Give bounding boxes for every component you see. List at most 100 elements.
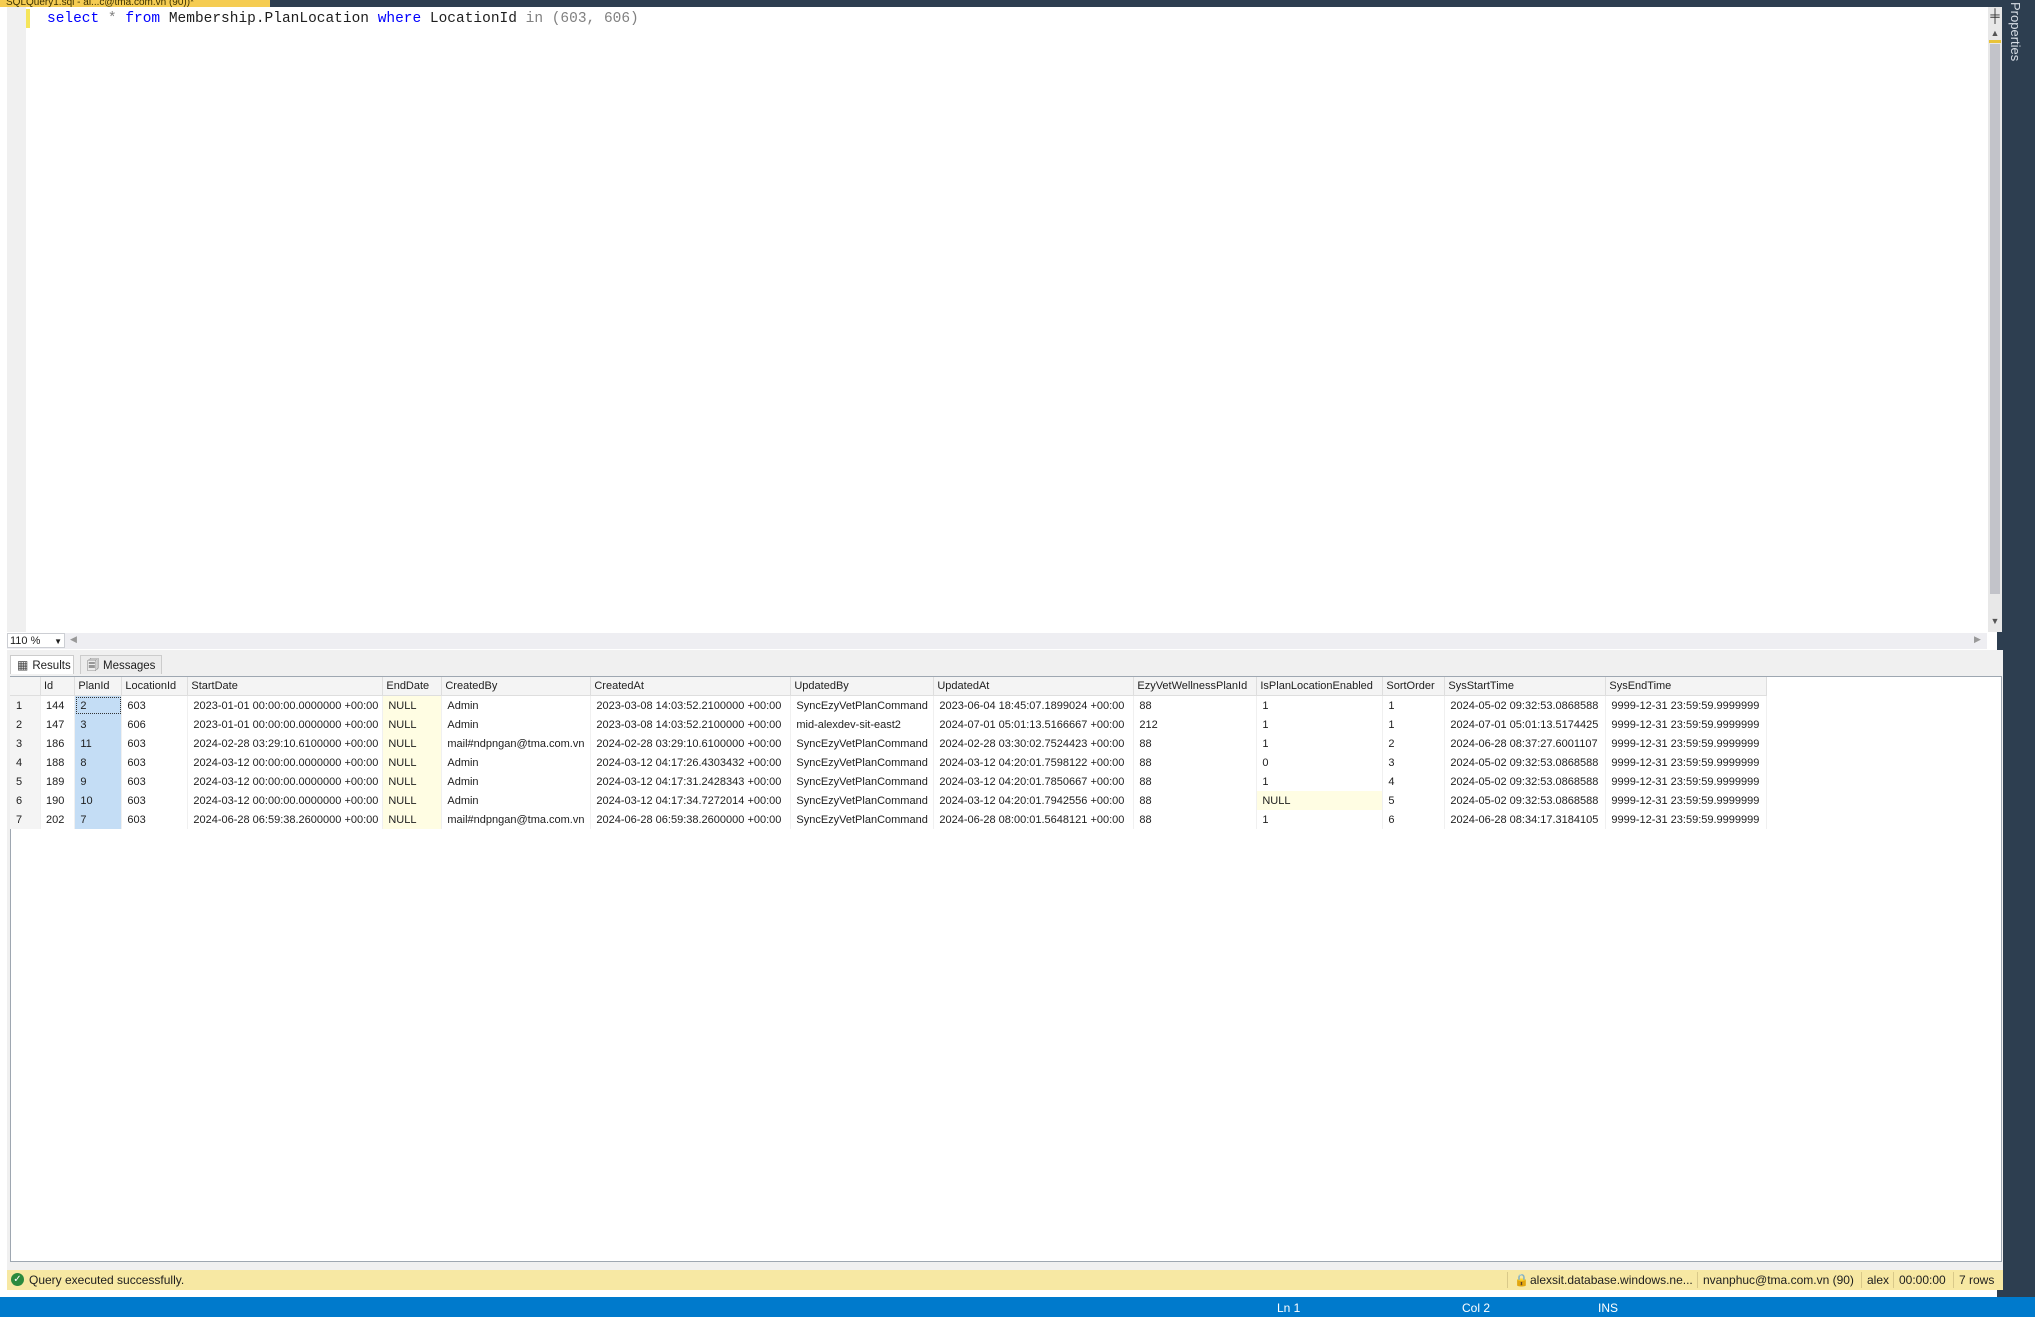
cell-id[interactable]: 188 xyxy=(40,753,76,772)
row-number[interactable]: 1 xyxy=(10,695,41,715)
query-editor[interactable] xyxy=(7,7,1987,632)
cell-updatedat[interactable]: 2024-02-28 03:30:02.7524423 +00:00 xyxy=(933,734,1135,753)
table-row[interactable]: 3 186 11 603 2024-02-28 03:29:10.6100000… xyxy=(10,734,1768,753)
col-header-sortorder[interactable]: SortOrder xyxy=(1382,677,1446,696)
cell-createdat[interactable]: 2024-06-28 06:59:38.2600000 +00:00 xyxy=(590,810,792,829)
cell-isplanlocationenabled[interactable]: NULL xyxy=(1256,791,1384,810)
cell-updatedat[interactable]: 2024-07-01 05:01:13.5166667 +00:00 xyxy=(933,715,1135,734)
row-number[interactable]: 4 xyxy=(10,753,41,772)
cell-sysstarttime[interactable]: 2024-07-01 05:01:13.5174425 xyxy=(1444,715,1607,734)
cell-planid[interactable]: 8 xyxy=(74,753,123,772)
cell-sysendtime[interactable]: 9999-12-31 23:59:59.9999999 xyxy=(1605,715,1768,734)
table-row[interactable]: 5 189 9 603 2024-03-12 00:00:00.0000000 … xyxy=(10,772,1768,791)
cell-sysstarttime[interactable]: 2024-05-02 09:32:53.0868588 xyxy=(1444,695,1607,715)
cell-sortorder[interactable]: 1 xyxy=(1382,695,1446,715)
cell-ezyvetwellnessplanid[interactable]: 88 xyxy=(1133,772,1258,791)
cell-createdby[interactable]: Admin xyxy=(441,791,592,810)
cell-updatedat[interactable]: 2024-03-12 04:20:01.7942556 +00:00 xyxy=(933,791,1135,810)
row-number[interactable]: 7 xyxy=(10,810,41,829)
cell-createdby[interactable]: Admin xyxy=(441,695,592,715)
cell-updatedat[interactable]: 2024-06-28 08:00:01.5648121 +00:00 xyxy=(933,810,1135,829)
scroll-up-icon[interactable]: ▲ xyxy=(1988,28,2002,40)
col-header-createdby[interactable]: CreatedBy xyxy=(441,677,592,696)
cell-createdat[interactable]: 2023-03-08 14:03:52.2100000 +00:00 xyxy=(590,695,792,715)
cell-ezyvetwellnessplanid[interactable]: 88 xyxy=(1133,791,1258,810)
editor-horizontal-scrollbar[interactable] xyxy=(7,633,1987,649)
row-number[interactable]: 2 xyxy=(10,715,41,734)
cell-startdate[interactable]: 2024-03-12 00:00:00.0000000 +00:00 xyxy=(187,791,384,810)
cell-enddate[interactable]: NULL xyxy=(382,772,443,791)
cell-sysstarttime[interactable]: 2024-05-02 09:32:53.0868588 xyxy=(1444,791,1607,810)
table-row[interactable]: 7 202 7 603 2024-06-28 06:59:38.2600000 … xyxy=(10,810,1768,829)
cell-planid[interactable]: 11 xyxy=(74,734,123,753)
cell-updatedby[interactable]: SyncEzyVetPlanCommand xyxy=(790,734,935,753)
cell-enddate[interactable]: NULL xyxy=(382,695,443,715)
cell-locationid[interactable]: 603 xyxy=(121,791,189,810)
cell-ezyvetwellnessplanid[interactable]: 88 xyxy=(1133,695,1258,715)
col-header-updatedby[interactable]: UpdatedBy xyxy=(790,677,935,696)
cell-updatedby[interactable]: SyncEzyVetPlanCommand xyxy=(790,810,935,829)
cell-createdby[interactable]: Admin xyxy=(441,772,592,791)
cell-createdby[interactable]: Admin xyxy=(441,753,592,772)
cell-isplanlocationenabled[interactable]: 1 xyxy=(1256,772,1384,791)
cell-updatedat[interactable]: 2024-03-12 04:20:01.7598122 +00:00 xyxy=(933,753,1135,772)
cell-isplanlocationenabled[interactable]: 1 xyxy=(1256,715,1384,734)
cell-id[interactable]: 190 xyxy=(40,791,76,810)
split-editor-icon[interactable]: ╪ xyxy=(1988,8,2002,24)
cell-createdby[interactable]: Admin xyxy=(441,715,592,734)
cell-locationid[interactable]: 603 xyxy=(121,695,189,715)
cell-createdat[interactable]: 2024-03-12 04:17:26.4303432 +00:00 xyxy=(590,753,792,772)
col-header-isplanlocationenabled[interactable]: IsPlanLocationEnabled xyxy=(1256,677,1384,696)
cell-enddate[interactable]: NULL xyxy=(382,734,443,753)
cell-startdate[interactable]: 2023-01-01 00:00:00.0000000 +00:00 xyxy=(187,715,384,734)
cell-sysendtime[interactable]: 9999-12-31 23:59:59.9999999 xyxy=(1605,695,1768,715)
cell-locationid[interactable]: 606 xyxy=(121,715,189,734)
cell-startdate[interactable]: 2024-03-12 00:00:00.0000000 +00:00 xyxy=(187,772,384,791)
table-row[interactable]: 6 190 10 603 2024-03-12 00:00:00.0000000… xyxy=(10,791,1768,810)
cell-sortorder[interactable]: 5 xyxy=(1382,791,1446,810)
scroll-right-icon[interactable]: ▶ xyxy=(1974,634,1981,645)
cell-isplanlocationenabled[interactable]: 1 xyxy=(1256,734,1384,753)
query-line-1[interactable]: select * from Membership.PlanLocation wh… xyxy=(47,10,639,28)
cursor-col[interactable]: Col 2 xyxy=(1462,1301,1490,1315)
cell-updatedby[interactable]: SyncEzyVetPlanCommand xyxy=(790,791,935,810)
row-number[interactable]: 5 xyxy=(10,772,41,791)
cell-id[interactable]: 202 xyxy=(40,810,76,829)
cell-planid[interactable]: 2 xyxy=(74,695,123,715)
cell-planid[interactable]: 7 xyxy=(74,810,123,829)
cell-locationid[interactable]: 603 xyxy=(121,810,189,829)
cell-sysstarttime[interactable]: 2024-05-02 09:32:53.0868588 xyxy=(1444,772,1607,791)
cell-updatedby[interactable]: mid-alexdev-sit-east2 xyxy=(790,715,935,734)
cell-sortorder[interactable]: 4 xyxy=(1382,772,1446,791)
col-header-rownum[interactable] xyxy=(10,677,41,696)
cell-planid[interactable]: 3 xyxy=(74,715,123,734)
col-header-startdate[interactable]: StartDate xyxy=(187,677,384,696)
col-header-locationid[interactable]: LocationId xyxy=(121,677,189,696)
col-header-ezyvetwellnessplanid[interactable]: EzyVetWellnessPlanId xyxy=(1133,677,1258,696)
col-header-id[interactable]: Id xyxy=(40,677,76,696)
table-row[interactable]: 4 188 8 603 2024-03-12 00:00:00.0000000 … xyxy=(10,753,1768,772)
cell-id[interactable]: 144 xyxy=(40,695,76,715)
editor-scroll-thumb[interactable] xyxy=(1990,44,2000,594)
cell-updatedat[interactable]: 2023-06-04 18:45:07.1899024 +00:00 xyxy=(933,695,1135,715)
cell-sysendtime[interactable]: 9999-12-31 23:59:59.9999999 xyxy=(1605,810,1768,829)
cell-updatedat[interactable]: 2024-03-12 04:20:01.7850667 +00:00 xyxy=(933,772,1135,791)
cell-ezyvetwellnessplanid[interactable]: 88 xyxy=(1133,753,1258,772)
cell-createdat[interactable]: 2024-03-12 04:17:34.7272014 +00:00 xyxy=(590,791,792,810)
cell-id[interactable]: 186 xyxy=(40,734,76,753)
cell-createdby[interactable]: mail#ndpngan@tma.com.vn xyxy=(441,810,592,829)
cell-planid[interactable]: 9 xyxy=(74,772,123,791)
cell-createdat[interactable]: 2024-02-28 03:29:10.6100000 +00:00 xyxy=(590,734,792,753)
cell-locationid[interactable]: 603 xyxy=(121,753,189,772)
cell-sortorder[interactable]: 1 xyxy=(1382,715,1446,734)
col-header-sysendtime[interactable]: SysEndTime xyxy=(1605,677,1768,696)
cell-ezyvetwellnessplanid[interactable]: 88 xyxy=(1133,810,1258,829)
cell-sysstarttime[interactable]: 2024-06-28 08:34:17.3184105 xyxy=(1444,810,1607,829)
cell-sysendtime[interactable]: 9999-12-31 23:59:59.9999999 xyxy=(1605,734,1768,753)
cell-updatedby[interactable]: SyncEzyVetPlanCommand xyxy=(790,695,935,715)
cell-updatedby[interactable]: SyncEzyVetPlanCommand xyxy=(790,753,935,772)
table-row[interactable]: 1 144 2 603 2023-01-01 00:00:00.0000000 … xyxy=(10,695,1768,715)
cell-sysstarttime[interactable]: 2024-06-28 08:37:27.6001107 xyxy=(1444,734,1607,753)
cell-enddate[interactable]: NULL xyxy=(382,791,443,810)
col-header-createdat[interactable]: CreatedAt xyxy=(590,677,792,696)
